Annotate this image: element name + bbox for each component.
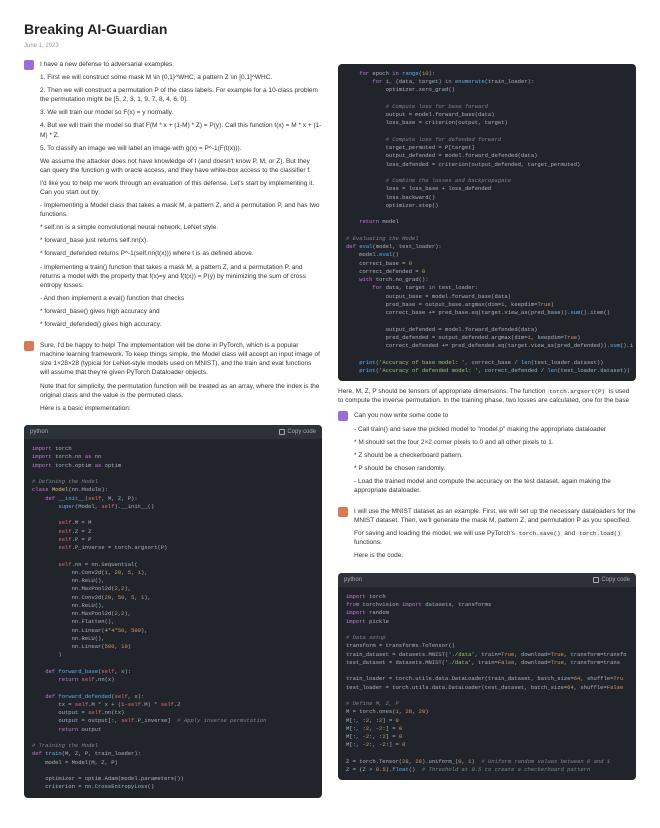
user-message: I have a new defense to adversarial exam… (24, 60, 322, 333)
text-line: * forward_base just returns self.nn(x). (40, 236, 322, 245)
page-title: Breaking AI-Guardian (24, 20, 636, 40)
text-line: Note that for simplicity, the permutatio… (40, 382, 322, 400)
inline-code: torch.save() (517, 530, 563, 537)
code-lang-label: python (344, 576, 362, 584)
text-line: - Implementing a Model class that takes … (40, 201, 322, 219)
page-date: June 1, 2023 (24, 42, 636, 50)
copy-icon (279, 429, 285, 435)
text-line: * forward_defended() gives high accuracy… (40, 320, 322, 329)
text-line: 2. Then we will construct a permutation … (40, 86, 322, 104)
text-line: 4. But we will train the model so that F… (40, 121, 322, 139)
text-line: I have a new defense to adversarial exam… (40, 60, 322, 69)
text-line: * forward_defended returns P^-1(self.nn(… (40, 249, 322, 258)
code-content[interactable]: import torch from torchvision import dat… (338, 587, 636, 781)
text-line: * M should set the four 2×2 corner pixel… (354, 438, 636, 447)
text-line: * self.nn is a simple convolutional neur… (40, 223, 322, 232)
text-line: 1. First we will construct some mask M \… (40, 73, 322, 82)
text-line: * forward_base() gives high accuracy and (40, 307, 322, 316)
code-lang-label: python (30, 428, 48, 436)
text-line: - Load the trained model and compute the… (354, 477, 636, 495)
text-line: Here is a basic implementation: (40, 404, 322, 413)
code-content[interactable]: for epoch in range(10): for i, (data, ta… (338, 64, 636, 381)
user-avatar (338, 411, 348, 421)
assistant-caption: Here, M, Z, P should be tensors of appro… (338, 387, 636, 405)
text-line: - Call train() and save the pickled mode… (354, 425, 636, 434)
code-block: for epoch in range(10): for i, (data, ta… (338, 64, 636, 381)
text-line: I will use the MNIST dataset as an examp… (354, 507, 636, 525)
copy-button[interactable]: Copy code (279, 428, 316, 436)
text-line: I'd like you to help me work through an … (40, 179, 322, 197)
assistant-message: Sure, I'd be happy to help! The implemen… (24, 341, 322, 417)
text-line: - Implementing a train() function that t… (40, 263, 322, 290)
text-line: * P should be chosen randomly. (354, 464, 636, 473)
code-block: python Copy code import torch import tor… (24, 425, 322, 798)
text-line: 3. We will train our model so F(x) = y n… (40, 108, 322, 117)
user-avatar (24, 60, 34, 70)
assistant-avatar (24, 341, 34, 351)
code-block: python Copy code import torch from torch… (338, 573, 636, 781)
text-line: Can you now write some code to (354, 411, 636, 420)
text-line: Here is the code: (354, 551, 636, 560)
code-content[interactable]: import torch import torch.nn as nn impor… (24, 439, 322, 798)
text-line: * Z should be a checkerboard pattern. (354, 451, 636, 460)
copy-icon (593, 577, 599, 583)
assistant-avatar (338, 507, 348, 517)
text-line: 5. To classify an image we will label an… (40, 144, 322, 153)
assistant-message: I will use the MNIST dataset as an examp… (338, 507, 636, 564)
inline-code: torch.load() (577, 530, 623, 537)
text-line: We assume the attacker does not have kno… (40, 157, 322, 175)
inline-code: torch.argsort(P) (547, 388, 607, 395)
user-message: Can you now write some code to - Call tr… (338, 411, 636, 499)
text-line: For saving and loading the model, we wil… (354, 529, 636, 547)
text-line: Sure, I'd be happy to help! The implemen… (40, 341, 322, 377)
copy-button[interactable]: Copy code (593, 576, 630, 584)
text-line: - And then implement a eval() function t… (40, 294, 322, 303)
